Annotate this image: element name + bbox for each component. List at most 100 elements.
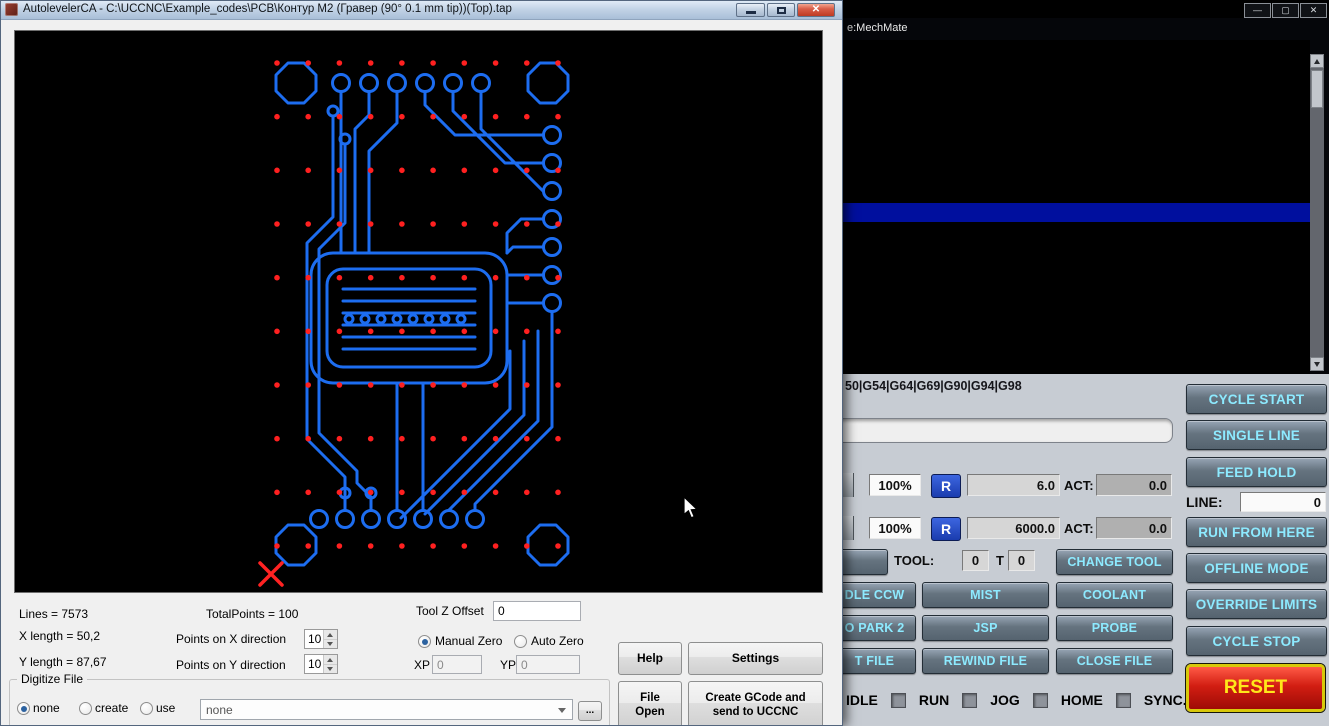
- maximize-button[interactable]: [767, 3, 795, 17]
- spindle-set-field[interactable]: 6000.0: [967, 517, 1060, 539]
- manual-zero-radio[interactable]: [418, 635, 431, 648]
- xp-input[interactable]: 0: [432, 655, 482, 674]
- al-titlebar[interactable]: AutolevelerCA - C:\UCCNC\Example_codes\P…: [1, 1, 842, 20]
- scroll-down-button[interactable]: [1310, 357, 1324, 371]
- feed-act-label: ACT:: [1064, 478, 1094, 493]
- feed-slider-fragment[interactable]: [843, 473, 854, 497]
- feed-reset-button[interactable]: R: [931, 474, 961, 498]
- single-line-button[interactable]: SINGLE LINE: [1186, 420, 1327, 450]
- file-open-button[interactable]: File Open: [618, 681, 682, 725]
- close-file-button[interactable]: CLOSE FILE: [1056, 648, 1173, 674]
- auto-zero-label: Auto Zero: [531, 634, 584, 648]
- tool-number-field: 0: [962, 550, 989, 571]
- autoleveler-window: AutolevelerCA - C:\UCCNC\Example_codes\P…: [0, 0, 843, 726]
- points-x-stepper[interactable]: 10: [304, 629, 338, 649]
- create-gcode-label-line2: send to UCCNC: [712, 706, 799, 718]
- minimize-button[interactable]: [736, 3, 765, 17]
- pcb-canvas: [14, 30, 823, 593]
- points-x-label: Points on X direction: [176, 632, 287, 646]
- uccnc-control-panel: 50|G54|G64|G69|G90|G94|G98 100% R 6.0 AC…: [843, 374, 1329, 726]
- digitize-create-label: create: [95, 701, 129, 715]
- gcode-scrollbar[interactable]: [1310, 54, 1324, 371]
- digitize-none-label: none: [33, 701, 60, 715]
- mdi-input[interactable]: [843, 418, 1173, 443]
- feed-override-field[interactable]: 100%: [869, 474, 921, 496]
- coolant-button[interactable]: COOLANT: [1056, 582, 1173, 608]
- gcode-listing[interactable]: [843, 40, 1310, 374]
- jsp-button[interactable]: JSP: [922, 615, 1049, 641]
- close-button[interactable]: ✕: [797, 3, 835, 17]
- file-open-label-line2: Open: [635, 706, 665, 718]
- digitize-create-radio[interactable]: [79, 702, 92, 715]
- t-value-field: 0: [1008, 550, 1035, 571]
- gcode-highlight-line[interactable]: [843, 203, 1310, 222]
- tool-label: TOOL:: [894, 553, 935, 568]
- offline-mode-button[interactable]: OFFLINE MODE: [1186, 553, 1327, 583]
- line-label: LINE:: [1186, 494, 1223, 510]
- mist-button[interactable]: MIST: [922, 582, 1049, 608]
- pcb-traces: [274, 61, 570, 567]
- spindle-slider-fragment[interactable]: [843, 516, 854, 540]
- window-title: AutolevelerCA - C:\UCCNC\Example_codes\P…: [23, 3, 512, 15]
- tool-z-offset-label: Tool Z Offset: [416, 604, 484, 618]
- digitize-use-label: use: [156, 701, 176, 715]
- settings-button[interactable]: Settings: [688, 642, 823, 675]
- status-home-label: HOME: [1060, 692, 1103, 708]
- minimize-icon: [745, 11, 756, 14]
- rewind-file-button[interactable]: REWIND FILE: [922, 648, 1049, 674]
- digitize-none-radio[interactable]: [17, 702, 30, 715]
- reset-button[interactable]: RESET: [1186, 664, 1325, 712]
- manual-zero-label: Manual Zero: [435, 634, 503, 648]
- run-from-here-button[interactable]: RUN FROM HERE: [1186, 517, 1327, 547]
- machine-status-row: IDLE RUN JOG HOME SYNC.: [846, 692, 1187, 708]
- digitize-use-radio[interactable]: [140, 702, 153, 715]
- browse-button[interactable]: ...: [578, 701, 602, 721]
- status-idle-label: IDLE: [846, 692, 878, 708]
- pcb-preview-svg: [258, 60, 570, 587]
- status-sync-label: SYNC.: [1143, 692, 1187, 708]
- stepper-down-icon[interactable]: [324, 664, 337, 673]
- tool-z-offset-input[interactable]: 0: [493, 601, 581, 621]
- override-limits-button[interactable]: OVERRIDE LIMITS: [1186, 589, 1327, 619]
- digitize-file-group-label: Digitize File: [17, 672, 88, 686]
- feed-set-field[interactable]: 6.0: [967, 474, 1060, 496]
- stepper-down-icon[interactable]: [324, 639, 337, 648]
- scroll-up-button[interactable]: [1310, 54, 1324, 68]
- cycle-start-button[interactable]: CYCLE START: [1186, 384, 1327, 414]
- probe-button[interactable]: PROBE: [1056, 615, 1173, 641]
- stepper-up-icon[interactable]: [324, 655, 337, 665]
- cycle-stop-button[interactable]: CYCLE STOP: [1186, 626, 1327, 656]
- edit-file-button[interactable]: T FILE: [843, 648, 916, 674]
- uccnc-maximize-button[interactable]: ▢: [1272, 3, 1299, 18]
- spindle-act-label: ACT:: [1064, 521, 1094, 536]
- points-x-value: 10: [308, 632, 322, 646]
- uccnc-window: — ▢ ✕ e:MechMate 50|G54|G64|G69|G90|G94|…: [843, 0, 1329, 726]
- yp-label: YP: [500, 658, 517, 672]
- stepper-up-icon[interactable]: [324, 630, 337, 640]
- x-length-label: X length = 50,2: [19, 629, 101, 643]
- sync-led: [1115, 692, 1131, 708]
- maximize-icon: [776, 6, 786, 14]
- feed-hold-button[interactable]: FEED HOLD: [1186, 457, 1327, 487]
- goto-park2-button[interactable]: O PARK 2: [843, 615, 916, 641]
- digitize-file-dropdown[interactable]: none: [200, 699, 573, 720]
- origin-x-marker: [258, 561, 284, 587]
- run-led: [890, 692, 906, 708]
- spindle-reset-button[interactable]: R: [931, 517, 961, 541]
- uccnc-minimize-button[interactable]: —: [1244, 3, 1271, 18]
- spindle-override-field[interactable]: 100%: [869, 517, 921, 539]
- create-gcode-button[interactable]: Create GCode and send to UCCNC: [688, 681, 823, 725]
- uccnc-titlebar[interactable]: — ▢ ✕: [843, 0, 1329, 18]
- help-button[interactable]: Help: [618, 642, 682, 675]
- points-y-stepper[interactable]: 10: [304, 654, 338, 674]
- points-y-value: 10: [308, 657, 322, 671]
- scroll-thumb[interactable]: [1311, 70, 1323, 108]
- yp-input[interactable]: 0: [516, 655, 580, 674]
- change-tool-button[interactable]: CHANGE TOOL: [1056, 549, 1173, 575]
- spindle-ccw-button[interactable]: DLE CCW: [843, 582, 916, 608]
- auto-zero-radio[interactable]: [514, 635, 527, 648]
- uccnc-close-button[interactable]: ✕: [1300, 3, 1327, 18]
- status-run-label: RUN: [918, 692, 950, 708]
- clipped-button-fragment[interactable]: [843, 549, 888, 575]
- home-led: [1032, 692, 1048, 708]
